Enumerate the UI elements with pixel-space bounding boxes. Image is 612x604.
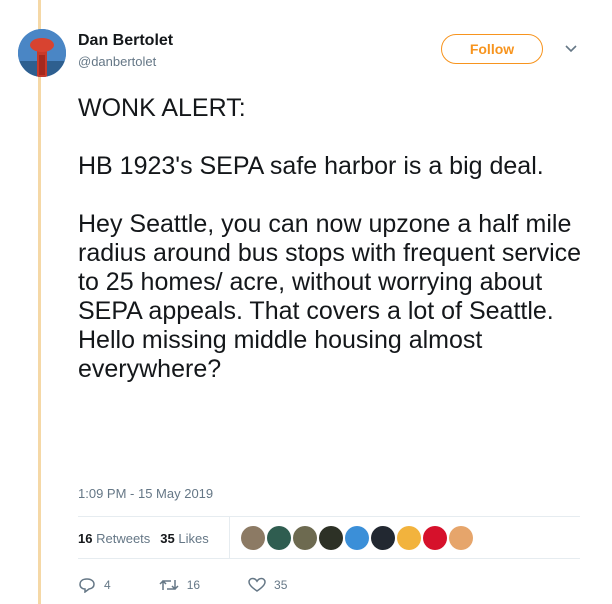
retweet-icon[interactable] bbox=[172, 0, 188, 2]
liker-avatar[interactable] bbox=[397, 526, 421, 550]
retweet-count: 16 bbox=[186, 578, 201, 592]
heart-icon bbox=[248, 577, 266, 592]
tweet-text: WONK ALERT: HB 1923's SEPA safe harbor i… bbox=[78, 94, 582, 383]
retweets-count: 16 bbox=[78, 531, 93, 546]
liker-avatar[interactable] bbox=[241, 526, 265, 550]
liker-avatar[interactable] bbox=[423, 526, 447, 550]
avatar[interactable] bbox=[18, 29, 66, 77]
reply-count: 4 bbox=[104, 578, 111, 592]
divider bbox=[78, 558, 580, 559]
liker-avatar[interactable] bbox=[319, 526, 343, 550]
retweet-button[interactable]: 16 bbox=[159, 577, 200, 593]
likes-label: Likes bbox=[178, 531, 209, 546]
liker-avatar[interactable] bbox=[267, 526, 291, 550]
stats-separator bbox=[229, 516, 230, 558]
retweets-label: Retweets bbox=[96, 531, 151, 546]
likes-count: 35 bbox=[160, 531, 175, 546]
liker-avatar[interactable] bbox=[371, 526, 395, 550]
reply-icon bbox=[79, 578, 95, 593]
heart-icon[interactable] bbox=[244, 0, 258, 2]
likes-stat[interactable]: 35 Likes bbox=[160, 531, 208, 546]
retweets-stat[interactable]: 16 Retweets bbox=[78, 531, 150, 546]
like-button[interactable]: 35 bbox=[248, 577, 287, 593]
liker-avatar[interactable] bbox=[345, 526, 369, 550]
thread-line bbox=[38, 0, 41, 604]
chevron-down-icon[interactable] bbox=[564, 44, 578, 54]
tweet-timestamp[interactable]: 1:09 PM - 15 May 2019 bbox=[78, 486, 213, 501]
liker-avatars bbox=[241, 526, 473, 550]
follow-button[interactable]: Follow bbox=[441, 34, 543, 64]
user-name[interactable]: Dan Bertolet bbox=[78, 32, 173, 50]
retweet-icon bbox=[159, 579, 179, 591]
like-count: 35 bbox=[274, 578, 288, 592]
liker-avatar[interactable] bbox=[293, 526, 317, 550]
divider bbox=[78, 516, 580, 517]
reply-icon[interactable] bbox=[94, 0, 108, 2]
reply-button[interactable]: 4 bbox=[78, 577, 111, 593]
liker-avatar[interactable] bbox=[449, 526, 473, 550]
tweet-stats: 16 Retweets 35 Likes bbox=[78, 531, 209, 546]
user-handle[interactable]: @danbertolet bbox=[78, 54, 156, 69]
tweet-actions: 4 16 35 bbox=[78, 577, 335, 593]
